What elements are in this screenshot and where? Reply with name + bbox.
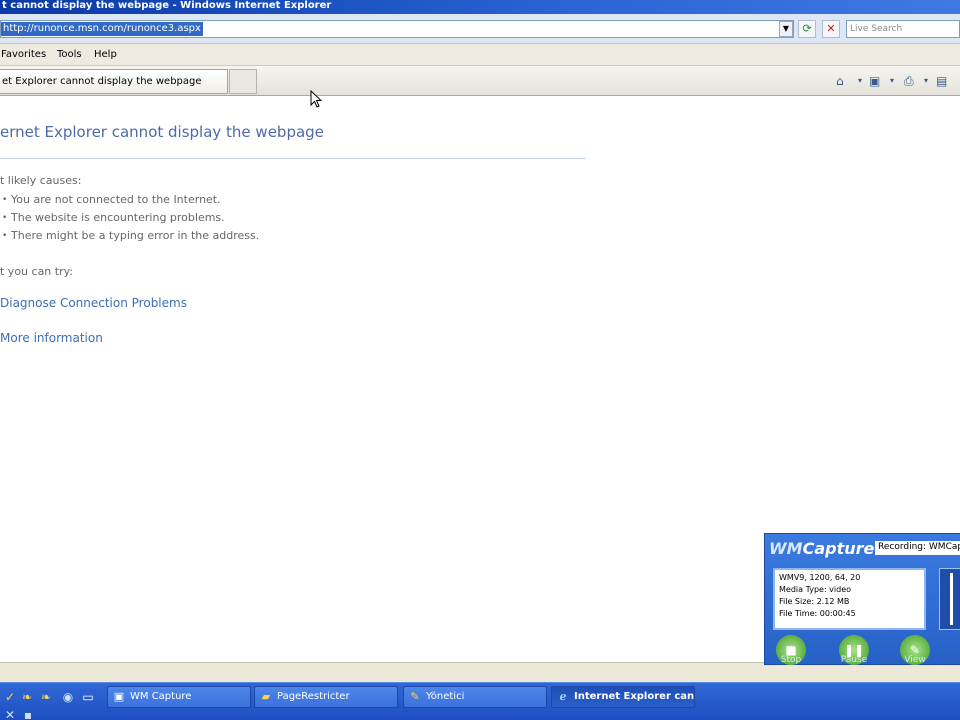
chevron-down-icon: ▼ xyxy=(782,24,790,33)
taskbar-item-internet-explorer[interactable]: ℯ Internet Explorer can... xyxy=(551,686,695,708)
screen: t cannot display the webpage - Windows I… xyxy=(0,0,960,720)
feeds-icon[interactable]: ▣ xyxy=(869,74,880,88)
tab-bar: et Explorer cannot display the webpage ⌂… xyxy=(0,66,960,96)
menu-bar: Favorites Tools Help xyxy=(0,44,960,66)
taskbar: ✓ ❧ ❧ ◉ ▭ ✕ ▪ ▣ WM Capture ▰ PageRestric… xyxy=(0,682,960,720)
chevron-down-icon[interactable]: ▾ xyxy=(924,74,928,88)
refresh-icon: ⟳ xyxy=(802,22,812,35)
address-dropdown-button[interactable]: ▼ xyxy=(779,21,793,37)
quicklaunch-show-desktop-icon[interactable]: ✓ xyxy=(2,689,18,705)
bullet-icon: • xyxy=(2,231,8,241)
internet-explorer-icon: ℯ xyxy=(559,690,567,703)
menu-favorites[interactable]: Favorites xyxy=(1,49,46,60)
stop-button[interactable]: ✕ xyxy=(822,20,840,38)
info-line: File Size: 2.12 MB xyxy=(779,597,850,606)
tab-current[interactable]: et Explorer cannot display the webpage xyxy=(0,69,228,94)
info-line: Media Type: video xyxy=(779,585,852,594)
refresh-button[interactable]: ⟳ xyxy=(798,20,816,38)
quicklaunch-app-icon[interactable]: ❧ xyxy=(38,689,54,705)
diagnose-connection-link[interactable]: Diagnose Connection Problems xyxy=(0,296,187,310)
task-label: PageRestricter xyxy=(277,691,350,702)
print-icon[interactable]: ⎙ xyxy=(904,74,914,88)
folder-icon: ▰ xyxy=(261,690,271,703)
bullet-icon: • xyxy=(2,213,8,223)
stop-label: Stop xyxy=(780,655,802,665)
window-title: t cannot display the webpage - Windows I… xyxy=(2,0,332,11)
try-label: t you can try: xyxy=(0,265,74,278)
quicklaunch-app-icon[interactable]: ✕ xyxy=(2,707,18,720)
more-information-link[interactable]: More information xyxy=(0,331,103,345)
wmcapture-icon: ▣ xyxy=(113,690,125,703)
recording-status: Recording: WMCap xyxy=(875,541,960,555)
quicklaunch-browser-icon[interactable]: ◉ xyxy=(60,689,76,705)
search-input[interactable]: Live Search xyxy=(846,20,960,38)
close-icon: ✕ xyxy=(826,22,836,35)
taskbar-item-yonetici[interactable]: ✎ Yönetici xyxy=(403,686,547,708)
divider xyxy=(0,158,586,159)
address-input[interactable]: http://runonce.msn.com/runonce3.aspx xyxy=(0,20,794,38)
info-line: File Time: 00:00:45 xyxy=(779,609,856,618)
cause-item: You are not connected to the Internet. xyxy=(11,193,221,206)
wmcapture-logo: WMCapture xyxy=(769,539,875,558)
task-label: Internet Explorer can... xyxy=(574,691,695,702)
page-title: ernet Explorer cannot display the webpag… xyxy=(0,123,324,141)
chevron-down-icon[interactable]: ▾ xyxy=(858,74,862,88)
wmcapture-panel: WMCapture Recording: WMCap WMV9, 1200, 6… xyxy=(764,533,960,665)
taskbar-item-wmcapture[interactable]: ▣ WM Capture xyxy=(107,686,251,708)
cause-item: There might be a typing error in the add… xyxy=(11,229,260,242)
app-icon: ✎ xyxy=(410,690,420,703)
quicklaunch-window-icon[interactable]: ▭ xyxy=(80,689,96,705)
info-line: WMV9, 1200, 64, 20 xyxy=(779,573,861,582)
page-icon[interactable]: ▤ xyxy=(936,74,947,88)
taskbar-item-pagerestricter[interactable]: ▰ PageRestricter xyxy=(254,686,398,708)
search-placeholder: Live Search xyxy=(850,24,903,34)
bullet-icon: • xyxy=(2,195,8,205)
pause-label: Pause xyxy=(840,655,868,665)
window-title-bar[interactable]: t cannot display the webpage - Windows I… xyxy=(0,0,960,14)
chevron-down-icon[interactable]: ▾ xyxy=(890,74,894,88)
home-icon[interactable]: ⌂ xyxy=(836,74,844,88)
cause-item: The website is encountering problems. xyxy=(11,211,225,224)
view-label: View xyxy=(904,655,926,665)
task-label: WM Capture xyxy=(130,691,192,702)
causes-label: t likely causes: xyxy=(0,174,82,187)
recording-info: WMV9, 1200, 64, 20 Media Type: video Fil… xyxy=(773,568,926,630)
mouse-cursor-icon xyxy=(310,90,322,108)
menu-tools[interactable]: Tools xyxy=(57,49,82,60)
address-url: http://runonce.msn.com/runonce3.aspx xyxy=(1,22,203,36)
quicklaunch-app-icon[interactable]: ❧ xyxy=(19,689,35,705)
tab-label: et Explorer cannot display the webpage xyxy=(2,76,202,87)
task-label: Yönetici xyxy=(426,691,465,702)
audio-level-meter xyxy=(939,568,960,630)
quicklaunch-app-icon[interactable]: ▪ xyxy=(20,707,36,720)
menu-help[interactable]: Help xyxy=(94,49,117,60)
status-bar xyxy=(0,662,960,682)
address-toolbar: http://runonce.msn.com/runonce3.aspx ▼ ⟳… xyxy=(0,14,960,44)
new-tab-button[interactable] xyxy=(229,69,257,94)
